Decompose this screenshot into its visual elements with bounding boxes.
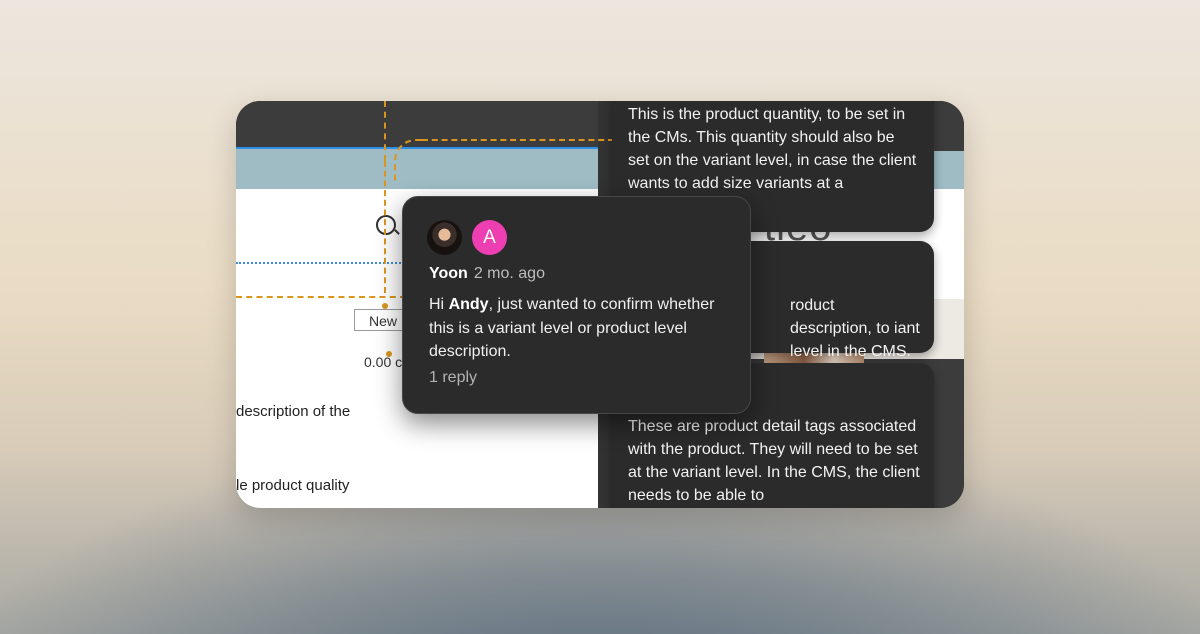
comment-body: Hi Andy, just wanted to confirm whether … [429,293,729,364]
comment-author: Yoon [429,265,468,282]
comment-timestamp: 2 mo. ago [473,265,545,282]
annotation-note-text: These are product detail tags associated… [628,418,920,504]
comment-popup[interactable]: A Yoon 2 mo. ago Hi Andy, just wanted to … [402,196,751,414]
search-icon [376,215,396,235]
comment-meta: Yoon 2 mo. ago [429,265,545,283]
description-text: description of the [236,403,351,420]
connector-anchor [386,351,392,357]
comment-prefix: Hi [429,296,449,313]
frame-header-bar [236,149,598,189]
annotation-note-text: This is the product quantity, to be set … [628,106,917,192]
participant-avatar: A [472,220,507,255]
author-avatar [427,220,462,255]
replies-link[interactable]: 1 reply [429,369,477,387]
canvas-toolbar-area [236,101,614,147]
mention[interactable]: Andy [449,296,489,313]
price-text: 0.00 c [364,354,403,370]
annotation-note-text: roduct description, to iant level in the… [790,297,920,360]
connector-anchor [382,303,388,309]
quality-text: le product quality [236,477,350,494]
